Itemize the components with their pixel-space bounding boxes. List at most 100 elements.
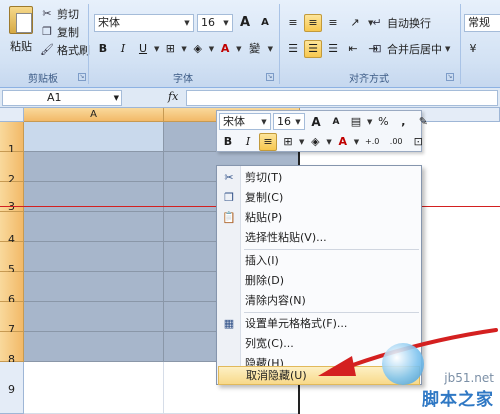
chevron-down-icon[interactable]: ▼ — [209, 40, 214, 58]
row-header-8[interactable]: 8 — [0, 332, 24, 366]
wrap-text-label: 自动换行 — [387, 17, 431, 30]
cell-a9[interactable] — [24, 362, 164, 414]
phonetic-button[interactable]: 變 — [244, 40, 266, 58]
cell-a3[interactable] — [24, 182, 164, 212]
mini-format-painter-button[interactable]: ✎ — [414, 113, 432, 131]
menu-item-label: 设置单元格格式(F)... — [245, 317, 348, 330]
menu-item-paste-special[interactable]: 选择性粘贴(V)... — [218, 228, 420, 248]
row-header-9[interactable]: 9 — [0, 362, 24, 414]
align-left-button[interactable]: ☰ — [284, 40, 302, 58]
font-launcher-icon[interactable]: ↘ — [266, 73, 274, 81]
menu-item-cut[interactable]: ✂ 剪切(T) — [218, 168, 420, 188]
align-right-button[interactable]: ☰ — [324, 40, 342, 58]
row-header-2[interactable]: 2 — [0, 152, 24, 186]
menu-item-copy[interactable]: ❐ 复制(C) — [218, 188, 420, 208]
align-top-button[interactable]: ≡ — [284, 14, 302, 32]
alignment-launcher-icon[interactable]: ↘ — [446, 73, 454, 81]
menu-item-clear-contents[interactable]: 清除内容(N) — [218, 291, 420, 311]
mini-increase-decimal-button[interactable]: +.0 — [361, 133, 383, 151]
align-bottom-button[interactable]: ≡ — [324, 14, 342, 32]
chevron-down-icon[interactable]: ▼ — [299, 133, 304, 151]
mini-borders-button[interactable]: ⊞ — [279, 133, 297, 151]
mini-font-color-button[interactable]: A — [334, 133, 352, 151]
name-box[interactable]: A1 ▼ — [2, 90, 122, 106]
cell-a8[interactable] — [24, 332, 164, 362]
watermark-logo-icon — [382, 343, 424, 385]
chevron-down-icon[interactable]: ▼ — [367, 113, 372, 131]
align-middle-button[interactable]: ≡ — [304, 14, 322, 32]
cell-a4[interactable] — [24, 212, 164, 242]
cell-a6[interactable] — [24, 272, 164, 302]
mini-decrease-decimal-button[interactable]: .00 — [385, 133, 407, 151]
mini-italic-button[interactable]: I — [239, 133, 257, 151]
italic-button[interactable]: I — [114, 40, 132, 58]
mini-align-center-button[interactable]: ≡ — [259, 133, 277, 151]
menu-item-label: 删除(D) — [245, 274, 285, 287]
mini-font-name-combo[interactable]: 宋体 ▼ — [219, 113, 271, 130]
merge-center-button[interactable]: ⊡ 合并后居中 ▼ — [370, 41, 450, 57]
menu-item-paste[interactable]: 📋 粘贴(P) — [218, 208, 420, 228]
currency-icon: ¥ — [469, 42, 477, 55]
menu-item-insert[interactable]: 插入(I) — [218, 251, 420, 271]
cell-a2[interactable] — [24, 152, 164, 182]
align-right-icon: ☰ — [328, 42, 338, 55]
mini-toolbar: 宋体 ▼ 16 ▼ A A ▤ ▼ % , ✎ B I ≡ ⊞ ▼ ◈ ▼ A … — [216, 110, 428, 152]
clipboard-launcher-icon[interactable]: ↘ — [78, 73, 86, 81]
formula-input[interactable] — [186, 90, 498, 106]
decrease-indent-button[interactable]: ⇤ — [344, 40, 362, 58]
cell-a1[interactable] — [24, 122, 164, 152]
wrap-text-icon: ↵ — [372, 16, 382, 29]
paste-button[interactable]: 粘贴 — [4, 4, 38, 66]
chevron-down-icon[interactable]: ▼ — [354, 133, 359, 151]
chevron-down-icon[interactable]: ▼ — [326, 133, 331, 151]
orientation-button[interactable]: ↗ — [344, 14, 366, 32]
number-format-combo[interactable]: 常规 — [464, 14, 500, 32]
mini-bold-button[interactable]: B — [219, 133, 237, 151]
mini-accounting-button[interactable]: ▤ — [347, 113, 365, 131]
mini-percent-button[interactable]: % — [374, 113, 392, 131]
function-icon[interactable]: fx — [168, 90, 178, 103]
group-divider — [279, 4, 280, 84]
chevron-down-icon[interactable]: ▼ — [236, 40, 241, 58]
select-all-corner[interactable] — [0, 108, 24, 122]
mini-grow-font-button[interactable]: A — [307, 113, 325, 131]
row-header-1[interactable]: 1 — [0, 122, 24, 156]
watermark: jb51.net 脚本之家 — [382, 343, 494, 410]
column-header-a[interactable]: A — [24, 108, 164, 122]
chevron-down-icon[interactable]: ▼ — [181, 40, 186, 58]
currency-button[interactable]: ¥ — [464, 40, 482, 58]
mini-shrink-font-button[interactable]: A — [327, 113, 345, 131]
wrap-text-button[interactable]: ↵ 自动换行 — [370, 15, 431, 31]
mini-comma-button[interactable]: , — [394, 113, 412, 131]
copy-button[interactable]: ❐ 复制 — [40, 24, 79, 40]
shrink-font-button[interactable]: A — [256, 14, 274, 32]
menu-item-format-cells[interactable]: ▦ 设置单元格格式(F)... — [218, 314, 420, 334]
font-color-button[interactable]: A — [216, 40, 234, 58]
chevron-down-icon: ▼ — [445, 45, 451, 53]
align-center-button[interactable]: ☰ — [304, 40, 322, 58]
cut-button[interactable]: ✂ 剪切 — [40, 6, 79, 22]
mini-fill-color-button[interactable]: ◈ — [306, 133, 324, 151]
chevron-down-icon[interactable]: ▼ — [154, 40, 159, 58]
menu-item-label: 粘贴(P) — [245, 211, 283, 224]
font-size-combo[interactable]: 16 ▼ — [197, 14, 233, 32]
mini-font-size-combo[interactable]: 16 ▼ — [273, 113, 305, 130]
underline-button[interactable]: U — [134, 40, 152, 58]
row-header-4[interactable]: 4 — [0, 212, 24, 246]
grow-font-button[interactable]: A — [236, 14, 254, 32]
row-header-3[interactable]: 3 — [0, 182, 24, 213]
row-header-7[interactable]: 7 — [0, 302, 24, 336]
menu-item-delete[interactable]: 删除(D) — [218, 271, 420, 291]
row-header-6[interactable]: 6 — [0, 272, 24, 306]
fill-color-button[interactable]: ◈ — [189, 40, 207, 58]
row-header-5[interactable]: 5 — [0, 242, 24, 276]
format-painter-button[interactable]: 🖌 格式刷 — [40, 42, 90, 58]
font-name-combo[interactable]: 宋体 ▼ — [94, 14, 194, 32]
mini-merge-button[interactable]: ⊡ — [409, 133, 427, 151]
cell-a7[interactable] — [24, 302, 164, 332]
align-middle-icon: ≡ — [308, 16, 318, 29]
chevron-down-icon[interactable]: ▼ — [268, 40, 273, 58]
cell-a5[interactable] — [24, 242, 164, 272]
bold-button[interactable]: B — [94, 40, 112, 58]
borders-button[interactable]: ⊞ — [161, 40, 179, 58]
